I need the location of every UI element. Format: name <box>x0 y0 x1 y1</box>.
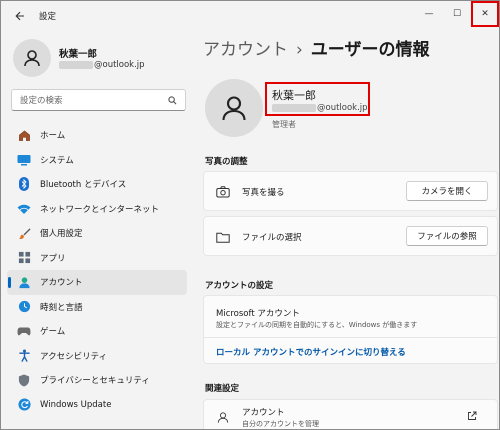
switch-local-account-link[interactable]: ローカル アカウントでのサインインに切り替える <box>216 346 406 358</box>
sidebar-item-label: ゲーム <box>40 327 66 338</box>
network-icon <box>17 202 31 216</box>
divider <box>204 337 497 338</box>
sidebar: 秋葉一郎 @outlook.jp 設定の検索 ホーム システム Bluetoot… <box>1 31 196 429</box>
sidebar-item-network[interactable]: ネットワークとインターネット <box>7 197 187 222</box>
sidebar-item-time-language[interactable]: 時刻と言語 <box>7 295 187 320</box>
open-camera-button[interactable]: カメラを開く <box>406 181 488 201</box>
sidebar-item-bluetooth[interactable]: Bluetooth とデバイス <box>7 172 187 197</box>
related-account-title: アカウント <box>242 408 285 418</box>
sidebar-profile[interactable]: 秋葉一郎 @outlook.jp <box>13 39 193 79</box>
system-icon <box>17 153 31 167</box>
sidebar-item-label: 個人用設定 <box>40 229 83 240</box>
redaction-blur <box>272 103 316 112</box>
time-language-icon <box>17 300 31 314</box>
close-button[interactable]: ✕ <box>471 1 499 27</box>
brush-icon <box>17 226 31 240</box>
title-bar: 設定 — ☐ ✕ <box>1 1 499 31</box>
sidebar-item-label: Bluetooth とデバイス <box>40 180 127 191</box>
sidebar-item-accounts[interactable]: アカウント <box>7 270 187 295</box>
related-section-heading: 関連設定 <box>205 384 240 394</box>
avatar <box>13 39 51 77</box>
profile-email-domain: @outlook.jp <box>317 103 368 113</box>
search-input[interactable]: 設定の検索 <box>11 89 186 111</box>
sidebar-item-windows-update[interactable]: Windows Update <box>7 393 187 418</box>
sidebar-user-email: @outlook.jp <box>59 60 145 70</box>
settings-window: 設定 — ☐ ✕ 秋葉一郎 @outlook.jp 設定の検索 ホーム システム… <box>0 0 500 430</box>
window-controls: — ☐ ✕ <box>415 1 499 27</box>
person-icon <box>216 410 230 424</box>
sidebar-item-system[interactable]: システム <box>7 148 187 173</box>
breadcrumb: アカウント › ユーザーの情報 <box>203 35 429 60</box>
minimize-button[interactable]: — <box>415 1 443 27</box>
search-icon <box>168 95 177 104</box>
sidebar-item-privacy-security[interactable]: プライバシーとセキュリティ <box>7 368 187 393</box>
choose-file-label: ファイルの選択 <box>242 233 302 243</box>
person-icon <box>222 96 246 121</box>
close-icon: ✕ <box>481 9 489 19</box>
take-photo-label: 写真を撮る <box>242 188 285 198</box>
sidebar-item-apps[interactable]: アプリ <box>7 246 187 271</box>
sidebar-item-label: システム <box>40 155 74 166</box>
app-title: 設定 <box>39 12 57 22</box>
browse-files-button[interactable]: ファイルの参照 <box>406 226 488 246</box>
page-title: ユーザーの情報 <box>310 40 430 60</box>
profile-role: 管理者 <box>272 120 296 129</box>
update-icon <box>17 398 31 412</box>
sidebar-item-accessibility[interactable]: アクセシビリティ <box>7 344 187 369</box>
apps-icon <box>17 251 31 265</box>
maximize-icon: ☐ <box>452 9 462 19</box>
account-section-heading: アカウントの設定 <box>205 281 274 291</box>
account-icon <box>17 275 31 289</box>
person-icon <box>24 50 40 67</box>
back-arrow-icon <box>15 11 24 21</box>
bluetooth-icon <box>17 177 31 192</box>
minimize-icon: — <box>424 9 434 19</box>
profile-avatar <box>205 79 263 137</box>
sidebar-user-email-domain: @outlook.jp <box>94 60 145 70</box>
profile-email: @outlook.jp <box>272 103 368 113</box>
sidebar-item-personalization[interactable]: 個人用設定 <box>7 221 187 246</box>
sidebar-user-name: 秋葉一郎 <box>59 49 98 60</box>
breadcrumb-parent[interactable]: アカウント <box>203 40 288 60</box>
take-photo-row: 写真を撮る カメラを開く <box>203 171 498 211</box>
search-placeholder: 設定の検索 <box>20 96 63 106</box>
related-account-description: 自分のアカウントを管理 <box>242 420 319 428</box>
choose-file-row: ファイルの選択 ファイルの参照 <box>203 216 498 256</box>
shield-icon <box>17 373 31 387</box>
sidebar-item-label: ネットワークとインターネット <box>40 204 160 215</box>
external-link-icon <box>467 411 477 424</box>
microsoft-account-title: Microsoft アカウント <box>216 309 300 319</box>
sidebar-nav: ホーム システム Bluetooth とデバイス ネットワークとインターネット … <box>7 123 187 417</box>
redaction-blur <box>59 60 93 69</box>
camera-icon <box>216 185 230 199</box>
photo-section-heading: 写真の調整 <box>205 157 248 167</box>
sidebar-item-gaming[interactable]: ゲーム <box>7 319 187 344</box>
sidebar-item-home[interactable]: ホーム <box>7 123 187 148</box>
accessibility-icon <box>17 349 31 363</box>
microsoft-account-card: Microsoft アカウント 設定とファイルの同期を自動的にすると、Windo… <box>203 295 498 364</box>
profile-name: 秋葉一郎 <box>272 89 316 102</box>
sidebar-item-label: プライバシーとセキュリティ <box>40 376 150 387</box>
sidebar-item-label: Windows Update <box>40 399 112 410</box>
breadcrumb-separator: › <box>296 40 303 60</box>
folder-icon <box>216 230 230 244</box>
back-button[interactable] <box>7 3 33 29</box>
sidebar-item-label: アカウント <box>40 278 83 289</box>
sidebar-item-label: ホーム <box>40 131 66 142</box>
maximize-button[interactable]: ☐ <box>443 1 471 27</box>
main-content: アカウント › ユーザーの情報 秋葉一郎 @outlook.jp 管理者 写真の調整… <box>196 31 499 429</box>
related-account-row[interactable]: アカウント 自分のアカウントを管理 <box>203 399 498 429</box>
sidebar-item-label: アプリ <box>40 253 66 264</box>
sidebar-item-label: アクセシビリティ <box>40 351 108 362</box>
gaming-icon <box>17 324 31 338</box>
home-icon <box>17 128 31 142</box>
microsoft-account-description: 設定とファイルの同期を自動的にすると、Windows が働きます <box>216 321 418 329</box>
sidebar-item-label: 時刻と言語 <box>40 302 83 313</box>
